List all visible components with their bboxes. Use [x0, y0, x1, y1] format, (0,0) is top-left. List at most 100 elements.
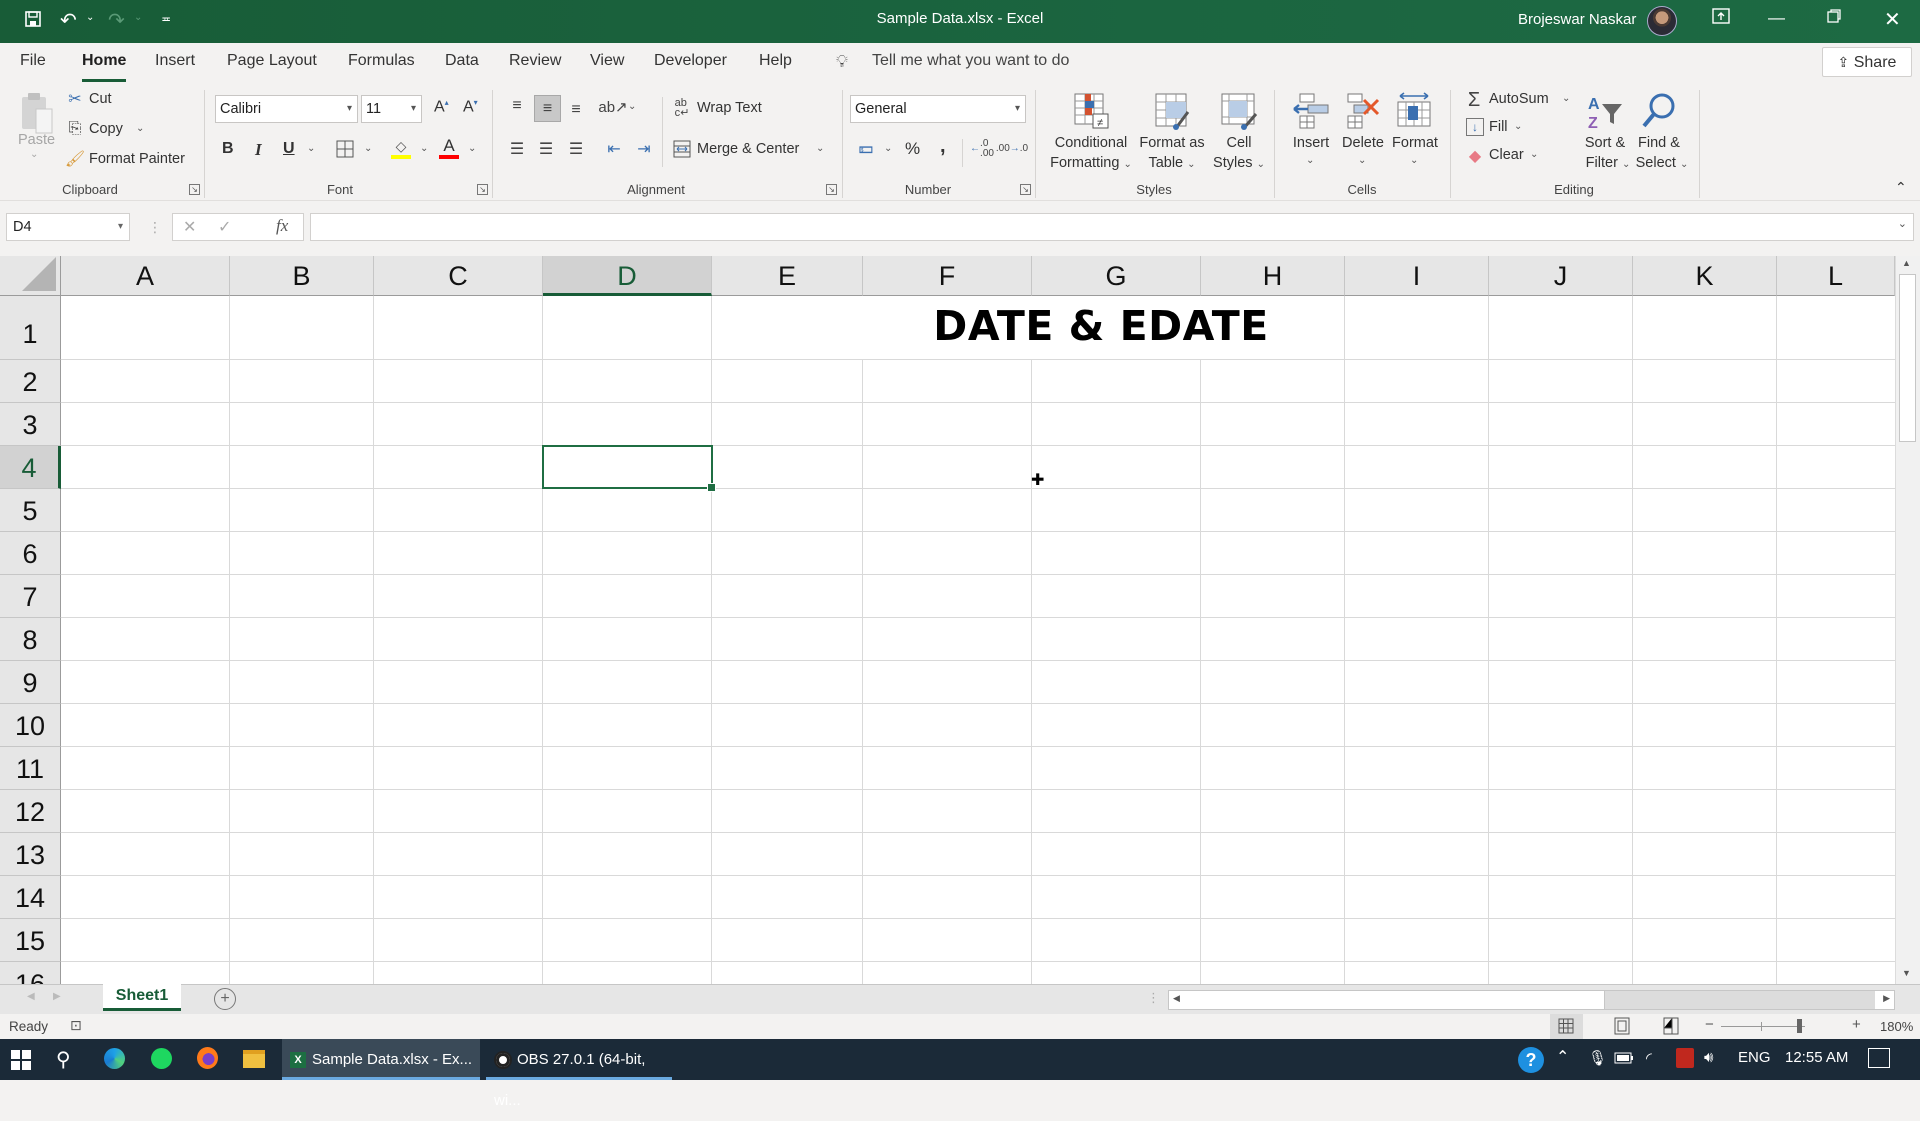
avatar[interactable] — [1647, 6, 1677, 36]
prev-sheet-icon[interactable]: ◀ — [27, 991, 35, 1002]
scroll-right-icon[interactable]: ▶ — [1883, 993, 1890, 1004]
zoom-slider-thumb[interactable] — [1797, 1019, 1802, 1033]
find-select-button[interactable]: Find & Select ⌄ — [1632, 89, 1688, 175]
tab-review[interactable]: Review — [509, 52, 561, 70]
row-header-6[interactable]: 6 — [0, 532, 61, 575]
cell-styles-button[interactable]: Cell Styles ⌄ — [1208, 89, 1270, 175]
column-header-i[interactable]: I — [1345, 256, 1489, 296]
row-header-1[interactable]: 1 — [0, 296, 61, 360]
tab-page-layout[interactable]: Page Layout — [227, 52, 317, 70]
column-header-e[interactable]: E — [712, 256, 863, 296]
column-header-c[interactable]: C — [374, 256, 543, 296]
tab-insert[interactable]: Insert — [155, 52, 195, 70]
align-center-icon[interactable]: ☰ — [534, 138, 558, 160]
row-header-16[interactable]: 16 — [0, 962, 61, 984]
vertical-scrollbar[interactable]: ▲ ▼ — [1895, 256, 1920, 984]
taskbar-app-obs[interactable]: OBS 27.0.1 (64-bit, wi... — [486, 1039, 672, 1109]
paste-dropdown-icon[interactable]: ⌄ — [30, 149, 38, 160]
tab-view[interactable]: View — [590, 52, 624, 70]
horizontal-scrollbar[interactable]: ◀ ▶ — [1168, 990, 1895, 1010]
tab-home[interactable]: Home — [82, 52, 127, 82]
italic-button[interactable]: I — [255, 140, 262, 160]
orientation-icon[interactable]: ab↗ — [598, 96, 627, 118]
scroll-down-icon[interactable]: ▼ — [1902, 968, 1911, 978]
clear-dropdown-icon[interactable]: ⌄ — [1530, 149, 1538, 160]
formula-input[interactable]: ⌄ — [310, 213, 1914, 241]
align-right-icon[interactable]: ☰ — [564, 138, 588, 160]
fill-color-dropdown-icon[interactable]: ⌄ — [420, 143, 428, 154]
tab-split-handle[interactable]: ⋮ — [1147, 990, 1160, 1006]
add-sheet-icon[interactable]: + — [214, 988, 236, 1010]
mcafee-icon[interactable] — [1676, 1048, 1694, 1068]
increase-font-size-icon[interactable]: A▴ — [434, 98, 449, 116]
fill-button[interactable]: Fill — [1489, 119, 1508, 135]
copy-button[interactable]: Copy — [89, 121, 123, 137]
column-header-j[interactable]: J — [1489, 256, 1633, 296]
top-align-icon[interactable]: ≡ — [505, 95, 529, 117]
row-header-2[interactable]: 2 — [0, 360, 61, 403]
font-name-select[interactable]: Calibri ▾ — [215, 95, 358, 123]
accounting-format-icon[interactable]: 💵︎ — [854, 138, 878, 160]
accounting-dropdown-icon[interactable]: ⌄ — [884, 143, 892, 154]
column-header-h[interactable]: H — [1201, 256, 1345, 296]
restore-icon[interactable] — [1826, 8, 1842, 29]
column-header-f[interactable]: F — [863, 256, 1032, 296]
fill-color-icon[interactable]: ◇ — [390, 136, 412, 160]
show-hidden-icons-icon[interactable]: ⌃ — [1556, 1047, 1569, 1067]
column-header-b[interactable]: B — [230, 256, 374, 296]
orientation-dropdown-icon[interactable]: ⌄ — [628, 101, 636, 112]
row-header-12[interactable]: 12 — [0, 790, 61, 833]
search-icon[interactable]: ⚲ — [56, 1047, 71, 1072]
file-explorer-icon[interactable] — [243, 1050, 265, 1068]
zoom-in-icon[interactable]: + — [1852, 1016, 1861, 1033]
row-header-8[interactable]: 8 — [0, 618, 61, 661]
firefox-icon[interactable] — [197, 1047, 218, 1069]
align-left-icon[interactable]: ☰ — [505, 138, 529, 160]
name-box[interactable]: D4 ▾ — [6, 213, 130, 241]
font-launcher-icon[interactable]: ↘ — [477, 184, 488, 195]
row-header-10[interactable]: 10 — [0, 704, 61, 747]
language-indicator[interactable]: ENG — [1738, 1049, 1771, 1066]
delete-cells-button[interactable]: Delete ⌄ — [1338, 89, 1388, 175]
select-all-button[interactable] — [0, 256, 61, 296]
column-header-k[interactable]: K — [1633, 256, 1777, 296]
active-cell-selection[interactable] — [542, 445, 716, 492]
microphone-icon[interactable]: 🎙︎ — [1588, 1049, 1607, 1067]
sort-filter-button[interactable]: AZ Sort & Filter ⌄ — [1580, 89, 1630, 175]
column-header-a[interactable]: A — [61, 256, 230, 296]
next-sheet-icon[interactable]: ▶ — [53, 991, 61, 1002]
spotify-icon[interactable] — [151, 1048, 172, 1069]
sheet-tab-sheet1[interactable]: Sheet1 — [103, 984, 181, 1011]
clock[interactable]: 12:55 AM — [1785, 1049, 1848, 1066]
clear-button[interactable]: Clear — [1489, 147, 1524, 163]
taskbar-app-excel[interactable]: X Sample Data.xlsx - Ex... — [282, 1039, 480, 1080]
tab-file[interactable]: File — [20, 52, 46, 70]
zoom-out-icon[interactable]: − — [1705, 1016, 1714, 1033]
fill-dropdown-icon[interactable]: ⌄ — [1514, 121, 1522, 132]
underline-button[interactable]: U — [283, 140, 295, 158]
tab-help[interactable]: Help — [759, 52, 792, 70]
spreadsheet-grid[interactable]: ABCDEFGHIJKL 1 2 3 4 5 6 7 8 9 10 11 12 13 14 15 16 DAT… — [0, 256, 1920, 984]
insert-function-button[interactable]: fx — [276, 216, 288, 236]
notifications-icon[interactable] — [1868, 1048, 1890, 1068]
borders-icon[interactable] — [334, 138, 356, 160]
bold-button[interactable]: B — [222, 140, 234, 158]
number-format-select[interactable]: General ▾ — [850, 95, 1026, 123]
scroll-up-icon[interactable]: ▲ — [1902, 258, 1911, 268]
row-header-9[interactable]: 9 — [0, 661, 61, 704]
windows-start-icon[interactable] — [11, 1050, 31, 1075]
row-header-13[interactable]: 13 — [0, 833, 61, 876]
edge-icon[interactable] — [104, 1048, 125, 1069]
column-header-d[interactable]: D — [543, 256, 712, 296]
bottom-align-icon[interactable]: ≡ — [564, 99, 588, 121]
accessibility-icon[interactable]: ⊡ — [70, 1017, 82, 1034]
page-break-view-icon[interactable] — [1663, 1017, 1679, 1038]
cell-f1[interactable]: DATE & EDATE — [863, 302, 1339, 350]
volume-icon[interactable]: 🔊︎ — [1704, 1049, 1713, 1066]
insert-cells-button[interactable]: Insert ⌄ — [1284, 89, 1338, 175]
tab-data[interactable]: Data — [445, 52, 479, 70]
row-header-5[interactable]: 5 — [0, 489, 61, 532]
tab-developer[interactable]: Developer — [654, 52, 727, 70]
column-header-l[interactable]: L — [1777, 256, 1895, 296]
clipboard-launcher-icon[interactable]: ↘ — [189, 184, 200, 195]
